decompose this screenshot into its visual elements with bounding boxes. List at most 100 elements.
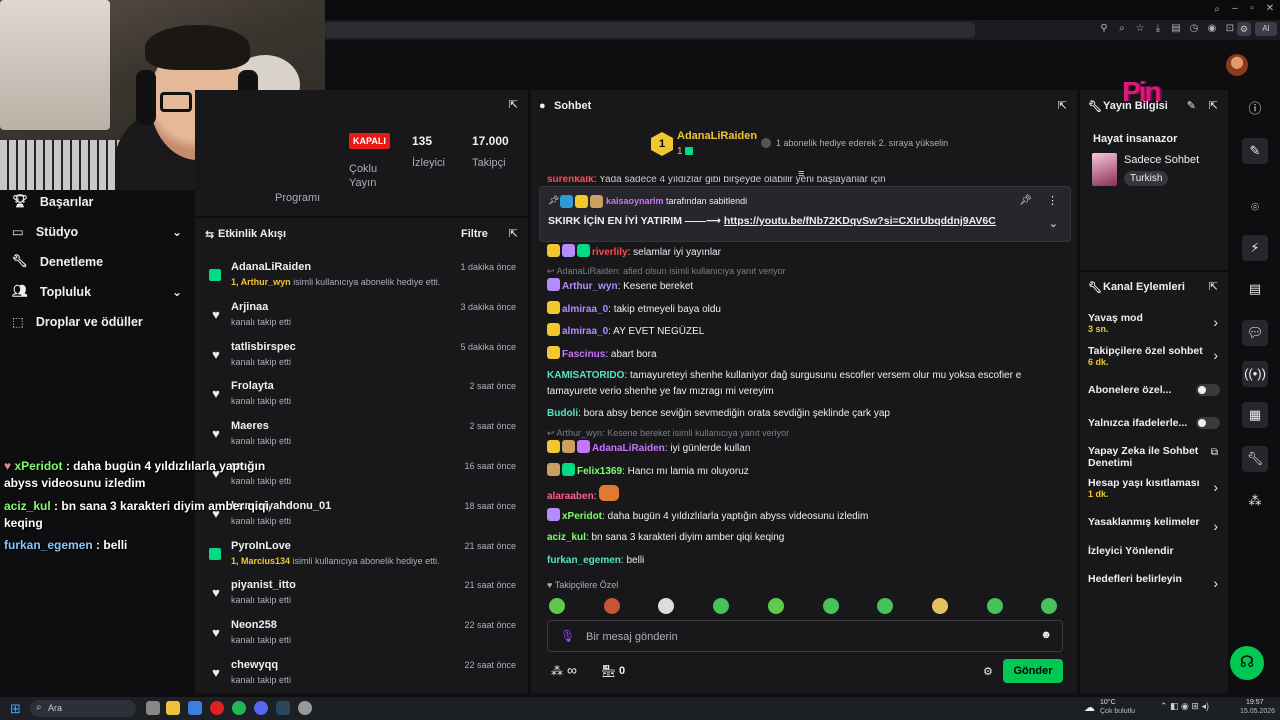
profile-icon[interactable]: ◉ bbox=[1205, 23, 1219, 34]
filter-button[interactable]: Filtre bbox=[461, 228, 488, 240]
emote-icon[interactable] bbox=[1041, 598, 1058, 614]
chat-message[interactable]: Arthur_wyn: Kesene bereket bbox=[547, 278, 1057, 295]
history-icon[interactable]: ◷ bbox=[1187, 23, 1201, 34]
emote-icon[interactable] bbox=[603, 598, 620, 614]
chevron-down-icon[interactable]: ⌄ bbox=[1049, 217, 1058, 230]
chat-username[interactable]: aciz_kul bbox=[547, 532, 586, 543]
microphone-icon[interactable]: 🎙︎ bbox=[560, 629, 575, 643]
popout-icon[interactable]: ⇱ bbox=[509, 227, 518, 240]
nav-item-achievements[interactable]: 🏆︎ Başarılar bbox=[12, 194, 182, 209]
activity-username[interactable]: Maeres bbox=[231, 420, 269, 432]
chat-message[interactable]: aciz_kul: bn sana 3 karakteri diyim ambe… bbox=[547, 530, 1057, 546]
emote-icon[interactable] bbox=[658, 598, 675, 614]
chat-username[interactable]: Arthur_wyn bbox=[562, 281, 618, 292]
channel-action-row[interactable]: Abonelere özel... bbox=[1088, 384, 1220, 396]
address-bar[interactable] bbox=[325, 22, 975, 38]
opera-icon[interactable] bbox=[210, 701, 224, 715]
nav-item-studio[interactable]: ▭ Stüdyo ⌄ bbox=[12, 224, 182, 240]
nav-item-drops[interactable]: ⬚ Droplar ve ödüller bbox=[12, 314, 182, 330]
spotify-icon[interactable] bbox=[232, 701, 246, 715]
camera-icon[interactable]: ⌾ bbox=[1242, 194, 1268, 220]
category-thumbnail[interactable] bbox=[1092, 153, 1117, 186]
ai-icon[interactable]: AI bbox=[1255, 22, 1277, 36]
discord-icon[interactable] bbox=[254, 701, 268, 715]
emoji-icon[interactable]: ☻ bbox=[1040, 629, 1052, 641]
store-icon[interactable]: 🏪︎ bbox=[601, 664, 616, 678]
emote-icon[interactable] bbox=[986, 598, 1003, 614]
chat-username[interactable]: furkan_egemen bbox=[547, 555, 621, 566]
pencil-icon[interactable]: ✎ bbox=[1242, 138, 1268, 164]
activity-item[interactable]: ♥ Frolayta kanalı takip etti 2 saat önce bbox=[205, 377, 520, 415]
gear-icon[interactable]: ⚙ bbox=[983, 665, 993, 678]
close-icon[interactable]: ✕ bbox=[1263, 3, 1277, 14]
minimize-icon[interactable]: – bbox=[1228, 3, 1242, 14]
emote-icon[interactable] bbox=[931, 598, 948, 614]
activity-item[interactable]: AdanaLiRaiden 1, Arthur_wyn isimli kullan… bbox=[205, 258, 520, 296]
chat-username[interactable]: almiraa_0 bbox=[562, 326, 608, 337]
emote-icon[interactable] bbox=[767, 598, 784, 614]
zoom-icon[interactable]: ⌕ bbox=[1115, 23, 1129, 34]
activity-username[interactable]: Arjinaa bbox=[231, 301, 268, 313]
unpin-icon[interactable]: 📌︎ bbox=[1019, 195, 1032, 206]
reading-list-icon[interactable]: ▤ bbox=[1169, 23, 1183, 34]
extension-icon[interactable]: ⚲ bbox=[1097, 23, 1111, 34]
chat-username[interactable]: almiraa_0 bbox=[562, 304, 608, 315]
channel-action-row[interactable]: Hedefleri belirleyin › bbox=[1088, 573, 1218, 591]
info-icon[interactable]: ⓘ bbox=[1242, 96, 1268, 122]
more-options-icon[interactable]: ⋮ bbox=[1047, 194, 1058, 207]
activity-username[interactable]: piyanist_itto bbox=[231, 579, 296, 591]
popout-icon[interactable]: ⇱ bbox=[509, 98, 518, 111]
chat-username[interactable]: xPeridot bbox=[562, 511, 602, 522]
chat-message[interactable]: almiraa_0: AY EVET NEGÜZEL bbox=[547, 323, 1057, 340]
chat-input[interactable]: 🎙︎ Bir mesaj gönderin ☻ bbox=[547, 620, 1063, 652]
emote-icon[interactable] bbox=[822, 598, 839, 614]
chat-message[interactable]: almiraa_0: takip etmeyeli baya oldu bbox=[547, 301, 1057, 318]
edge-icon[interactable] bbox=[188, 701, 202, 715]
chat-icon[interactable]: 💬︎ bbox=[1242, 320, 1268, 346]
chat-username[interactable]: riverlily bbox=[592, 247, 628, 258]
taskbar-search[interactable]: ⌕ Ara bbox=[30, 700, 136, 717]
emote-icon[interactable] bbox=[549, 598, 565, 614]
chat-message[interactable]: AdanaLiRaiden: iyi günlerde kullan bbox=[547, 440, 1057, 457]
send-button[interactable]: Gönder bbox=[1003, 659, 1063, 683]
channel-action-row[interactable]: Yalnızca ifadelerle... bbox=[1088, 417, 1220, 429]
chat-message[interactable]: xPeridot: daha bugün 4 yıldızlılarla yap… bbox=[547, 508, 1057, 525]
chat-message[interactable]: Budoli: bora absy bence seviğin sevmediğ… bbox=[547, 406, 1057, 422]
layout-icon[interactable]: ▦ bbox=[1242, 402, 1268, 428]
emote-icon[interactable] bbox=[713, 598, 730, 614]
chat-message[interactable]: Fascinus: abart bora bbox=[547, 346, 1057, 363]
activity-username[interactable]: Frolayta bbox=[231, 380, 274, 392]
chat-message[interactable]: riverlily: selamlar iyi yayınlar bbox=[547, 244, 1057, 261]
chat-username[interactable]: alaraaben bbox=[547, 491, 594, 502]
popout-icon[interactable]: ⇱ bbox=[1209, 99, 1218, 112]
search-icon[interactable]: ⌕ bbox=[1210, 4, 1224, 15]
activity-username[interactable]: AdanaLiRaiden bbox=[231, 261, 311, 273]
chat-username[interactable]: Budoli bbox=[547, 408, 578, 419]
bookmark-icon[interactable]: ☆ bbox=[1133, 23, 1147, 34]
chat-username[interactable]: Felix1369 bbox=[577, 466, 622, 477]
windows-start-icon[interactable]: ⊞ bbox=[10, 701, 21, 717]
activity-item[interactable]: ♥ chewyqq kanalı takip etti 22 saat önce bbox=[205, 656, 520, 694]
collapse-icon[interactable]: ≡ bbox=[798, 168, 804, 180]
obs-icon[interactable] bbox=[298, 701, 312, 715]
activity-item[interactable]: ♥ piyanist_itto kanalı takip etti 21 saat ö… bbox=[205, 576, 520, 614]
wrench-icon[interactable]: 🔧︎ bbox=[1242, 446, 1268, 472]
channel-action-row[interactable]: Yapay Zeka ile Sohbet Denetimi ⧉ bbox=[1088, 445, 1218, 469]
settings-icon[interactable]: ⚙ bbox=[1237, 22, 1251, 36]
activity-item[interactable]: ♥ Neon258 kanalı takip etti 22 saat önce bbox=[205, 616, 520, 654]
lock-icon[interactable]: ⊡ bbox=[1223, 23, 1237, 34]
channel-action-row[interactable]: İzleyici Yönlendir bbox=[1088, 545, 1218, 557]
emote-icon[interactable] bbox=[877, 598, 894, 614]
activity-username[interactable]: tatlisbirspec bbox=[231, 341, 296, 353]
channel-action-row[interactable]: Hesap yaşı kısıtlaması 1 dk. › bbox=[1088, 477, 1218, 499]
edit-icon[interactable]: ✎ bbox=[1187, 99, 1196, 112]
top-gifter-name[interactable]: AdanaLiRaiden bbox=[677, 130, 757, 142]
nav-item-community[interactable]: 👥︎ Topluluk ⌄ bbox=[12, 284, 182, 299]
chat-username[interactable]: Fascinus bbox=[562, 349, 605, 360]
maximize-icon[interactable]: ▫ bbox=[1245, 3, 1259, 14]
activity-item[interactable]: ♥ tatlisbirspec kanalı takip etti 5 dakika … bbox=[205, 338, 520, 376]
document-icon[interactable]: ▤ bbox=[1242, 276, 1268, 302]
lightning-icon[interactable]: ⚡︎ bbox=[1242, 235, 1268, 261]
toggle-switch[interactable] bbox=[1196, 384, 1220, 396]
category-name[interactable]: Sadece Sohbet bbox=[1124, 154, 1199, 166]
